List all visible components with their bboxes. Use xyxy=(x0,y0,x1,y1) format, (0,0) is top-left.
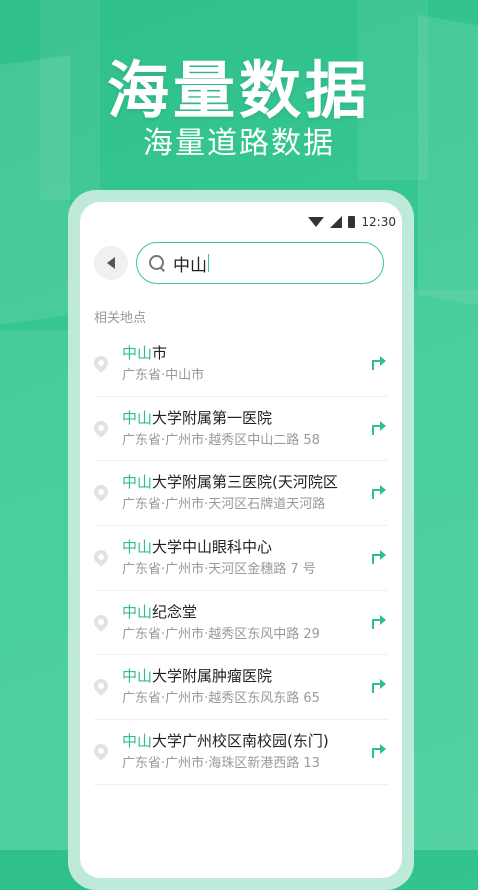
location-pin-icon xyxy=(91,611,111,632)
place-address: 广东省·广州市·天河区石牌道天河路 xyxy=(122,497,326,513)
hero-title: 海量数据 xyxy=(106,54,371,127)
phone-screen: 12:30 中山 相关地点 中山市 广东省·中山市 中山大学附属第一医院 广东省… xyxy=(80,202,402,878)
navigate-icon[interactable] xyxy=(370,677,386,694)
place-address: 广东省·广州市·天河区金穗路 7 号 xyxy=(122,562,316,578)
text-caret xyxy=(208,254,209,272)
search-value: 中山 xyxy=(173,255,207,276)
result-list: 中山市 广东省·中山市 中山大学附属第一医院 广东省·广州市·越秀区中山二路 5… xyxy=(80,332,402,785)
navigate-icon[interactable] xyxy=(370,742,386,759)
back-button[interactable] xyxy=(94,246,128,280)
list-item[interactable]: 中山大学附属第一医院 广东省·广州市·越秀区中山二路 58 xyxy=(91,397,388,462)
section-label: 相关地点 xyxy=(94,311,147,326)
wifi-icon xyxy=(308,217,325,227)
battery-icon xyxy=(348,216,356,228)
navigate-icon[interactable] xyxy=(370,613,386,629)
status-time: 12:30 xyxy=(361,215,396,229)
location-pin-icon xyxy=(91,417,111,438)
place-name: 中山大学广州校区南校园(东门) xyxy=(122,732,329,751)
navigate-icon[interactable] xyxy=(370,419,386,435)
location-pin-icon xyxy=(91,547,111,567)
place-name: 中山纪念堂 xyxy=(122,602,198,621)
place-address: 广东省·广州市·海珠区新港西路 13 xyxy=(122,756,320,772)
list-item[interactable]: 中山市 广东省·中山市 xyxy=(91,332,388,397)
place-name: 中山大学中山眼科中心 xyxy=(122,538,273,557)
list-item[interactable]: 中山大学中山眼科中心 广东省·广州市·天河区金穗路 7 号 xyxy=(91,526,388,591)
location-pin-icon xyxy=(91,741,111,762)
place-address: 广东省·广州市·越秀区东风东路 65 xyxy=(122,691,320,707)
navigate-icon[interactable] xyxy=(370,548,386,565)
place-address: 广东省·广州市·越秀区中山二路 58 xyxy=(122,432,320,448)
place-name: 中山大学附属第三医院(天河院区 xyxy=(122,473,338,492)
navigate-icon[interactable] xyxy=(370,354,386,370)
list-item[interactable]: 中山纪念堂 广东省·广州市·越秀区东风中路 29 xyxy=(91,591,388,656)
search-input[interactable]: 中山 xyxy=(136,242,384,284)
list-item[interactable]: 中山大学附属肿瘤医院 广东省·广州市·越秀区东风东路 65 xyxy=(91,655,388,721)
phone-frame: 12:30 中山 相关地点 中山市 广东省·中山市 中山大学附属第一医院 广东省… xyxy=(68,190,414,890)
location-pin-icon xyxy=(91,353,111,373)
signal-icon xyxy=(330,216,343,228)
hero-subtitle: 海量道路数据 xyxy=(143,126,335,161)
place-name: 中山大学附属肿瘤医院 xyxy=(122,667,273,686)
search-icon xyxy=(149,255,165,272)
place-address: 广东省·中山市 xyxy=(122,368,205,383)
back-arrow-icon xyxy=(107,257,115,269)
place-name: 中山大学附属第一医院 xyxy=(122,408,273,427)
place-address: 广东省·广州市·越秀区东风中路 29 xyxy=(122,626,320,642)
place-name: 中山市 xyxy=(122,344,168,362)
location-pin-icon xyxy=(91,482,111,503)
list-item[interactable]: 中山大学附属第三医院(天河院区 广东省·广州市·天河区石牌道天河路 xyxy=(91,461,388,527)
list-item[interactable]: 中山大学广州校区南校园(东门) 广东省·广州市·海珠区新港西路 13 xyxy=(91,720,388,785)
location-pin-icon xyxy=(91,676,111,697)
navigate-icon[interactable] xyxy=(370,483,386,500)
status-bar: 12:30 xyxy=(308,214,396,230)
